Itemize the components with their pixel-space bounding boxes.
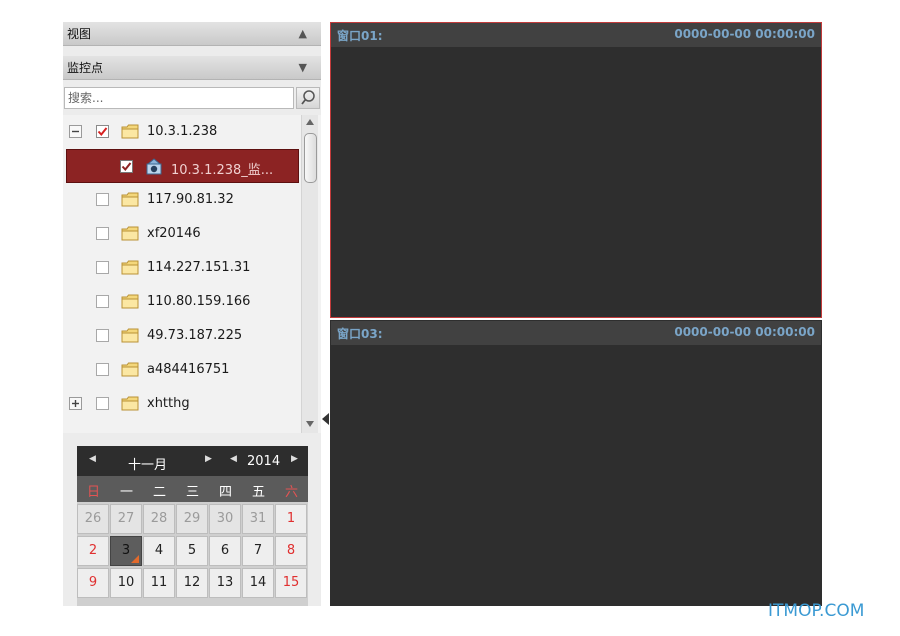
calendar-day[interactable]: 7 [242,536,274,566]
calendar-weekday: 六 [284,485,298,500]
tree-node-label: 10.3.1.238_监... [171,163,274,178]
tree-node-label: 114.227.151.31 [147,260,251,275]
search-input[interactable]: 搜索... [64,87,294,109]
calendar-header: ◀ 十一月 ▶ ◀ 2014 ▶ [77,446,308,476]
tree-node-label: 49.73.187.225 [147,328,243,343]
calendar-weekday: 二 [152,485,166,500]
next-year-icon[interactable]: ▶ [291,454,298,464]
tree-node[interactable]: a484416751 [63,353,301,387]
calendar-day[interactable]: 4 [143,536,175,566]
tree-node-selected[interactable]: 10.3.1.238_监... [66,149,299,183]
calendar-day[interactable]: 30 [209,504,241,534]
tree-node[interactable]: xf20146 [63,217,301,251]
folder-icon [121,192,139,207]
video-window-title: 窗口01: [337,29,383,43]
tree-node[interactable]: 49.73.187.225 [63,319,301,353]
folder-icon [121,328,139,343]
calendar-day[interactable]: 5 [176,536,208,566]
monitor-points-header[interactable]: 监控点 ▼ [63,56,321,80]
calendar-day[interactable]: 1 [275,504,307,534]
tree-node[interactable]: 117.90.81.32 [63,183,301,217]
tree-node-label: xf20146 [147,226,201,241]
calendar-year: 2014 [247,454,281,469]
calendar-day[interactable]: 13 [209,568,241,598]
tree-node[interactable]: xhtthg [63,387,301,421]
calendar-day[interactable]: 26 [77,504,109,534]
video-window-time: 0000-00-00 00:00:00 [674,325,815,339]
folder-icon [121,226,139,241]
view-panel-header[interactable]: 视图 ▲ [63,22,321,46]
checkbox-unchecked-icon[interactable] [96,329,109,342]
collapse-icon[interactable] [69,125,82,138]
scroll-up-icon[interactable] [306,119,314,125]
calendar-day[interactable]: 6 [209,536,241,566]
tree-node[interactable]: 110.80.159.166 [63,285,301,319]
calendar-weekday: 五 [251,485,265,500]
tree-node[interactable]: 10.3.1.238 [63,115,301,149]
prev-month-icon[interactable]: ◀ [89,454,96,464]
video-window-time: 0000-00-00 00:00:00 [674,27,815,41]
calendar-day[interactable]: 9 [77,568,109,598]
calendar-day[interactable]: 31 [242,504,274,534]
watermark: ITMOP.COM [768,601,865,621]
checkbox-checked-icon[interactable] [120,160,133,173]
folder-icon [121,294,139,309]
calendar-day[interactable]: 12 [176,568,208,598]
calendar-day[interactable]: 10 [110,568,142,598]
calendar-weekday: 四 [218,485,232,500]
calendar-weekdays: 日一二三四五六 [77,476,308,502]
calendar-day[interactable]: 29 [176,504,208,534]
search-button[interactable] [296,87,320,109]
checkbox-unchecked-icon[interactable] [96,363,109,376]
tree-node-label: xhtthg [147,396,190,411]
calendar-day[interactable]: 27 [110,504,142,534]
calendar-weekday: 日 [86,485,100,500]
checkbox-unchecked-icon[interactable] [96,261,109,274]
tree-scrollbar[interactable] [301,115,318,433]
tree-node-label: 10.3.1.238 [147,124,218,139]
calendar-day[interactable]: 8 [275,536,307,566]
device-tree: 10.3.1.238 10.3.1.238_监... 117.90.81.32 … [63,115,321,433]
monitor-points-title: 监控点 [67,61,104,75]
chevron-down-icon[interactable]: ▼ [299,56,307,80]
video-window-1[interactable]: 窗口01: 0000-00-00 00:00:00 [330,22,822,318]
folder-icon [121,396,139,411]
checkbox-unchecked-icon[interactable] [96,295,109,308]
view-panel-title: 视图 [67,27,92,41]
tree-node-label: 110.80.159.166 [147,294,251,309]
folder-icon [121,362,139,377]
calendar-day[interactable]: 28 [143,504,175,534]
folder-icon [121,260,139,275]
video-window-3[interactable]: 窗口03: 0000-00-00 00:00:00 [330,320,822,606]
checkbox-checked-icon[interactable] [96,125,109,138]
calendar-weekday: 三 [185,485,199,500]
search-icon [301,90,315,105]
next-month-icon[interactable]: ▶ [205,454,212,464]
video-window-title: 窗口03: [337,327,383,341]
calendar-weekday: 一 [119,485,133,500]
folder-icon [121,124,139,139]
tree-node-label: 117.90.81.32 [147,192,234,207]
tree-node[interactable]: 114.227.151.31 [63,251,301,285]
calendar-day[interactable]: 2 [77,536,109,566]
video-window-titlebar: 窗口01: 0000-00-00 00:00:00 [331,23,821,47]
calendar: ◀ 十一月 ▶ ◀ 2014 ▶ 日一二三四五六 26 27 28 29 30 31 1 2 3… [77,446,308,606]
expand-icon[interactable] [69,397,82,410]
checkbox-unchecked-icon[interactable] [96,397,109,410]
checkbox-unchecked-icon[interactable] [96,227,109,240]
calendar-month: 十一月 [128,458,168,473]
scrollbar-thumb[interactable] [304,133,317,183]
calendar-day[interactable]: 3 [110,536,142,566]
calendar-day[interactable]: 14 [242,568,274,598]
scroll-down-icon[interactable] [306,421,314,427]
prev-year-icon[interactable]: ◀ [230,454,237,464]
tree-node-label: a484416751 [147,362,230,377]
video-window-titlebar: 窗口03: 0000-00-00 00:00:00 [331,321,821,345]
calendar-day[interactable]: 15 [275,568,307,598]
checkbox-unchecked-icon[interactable] [96,193,109,206]
calendar-day[interactable]: 11 [143,568,175,598]
chevron-up-icon[interactable]: ▲ [299,22,307,46]
camera-icon [146,158,162,175]
